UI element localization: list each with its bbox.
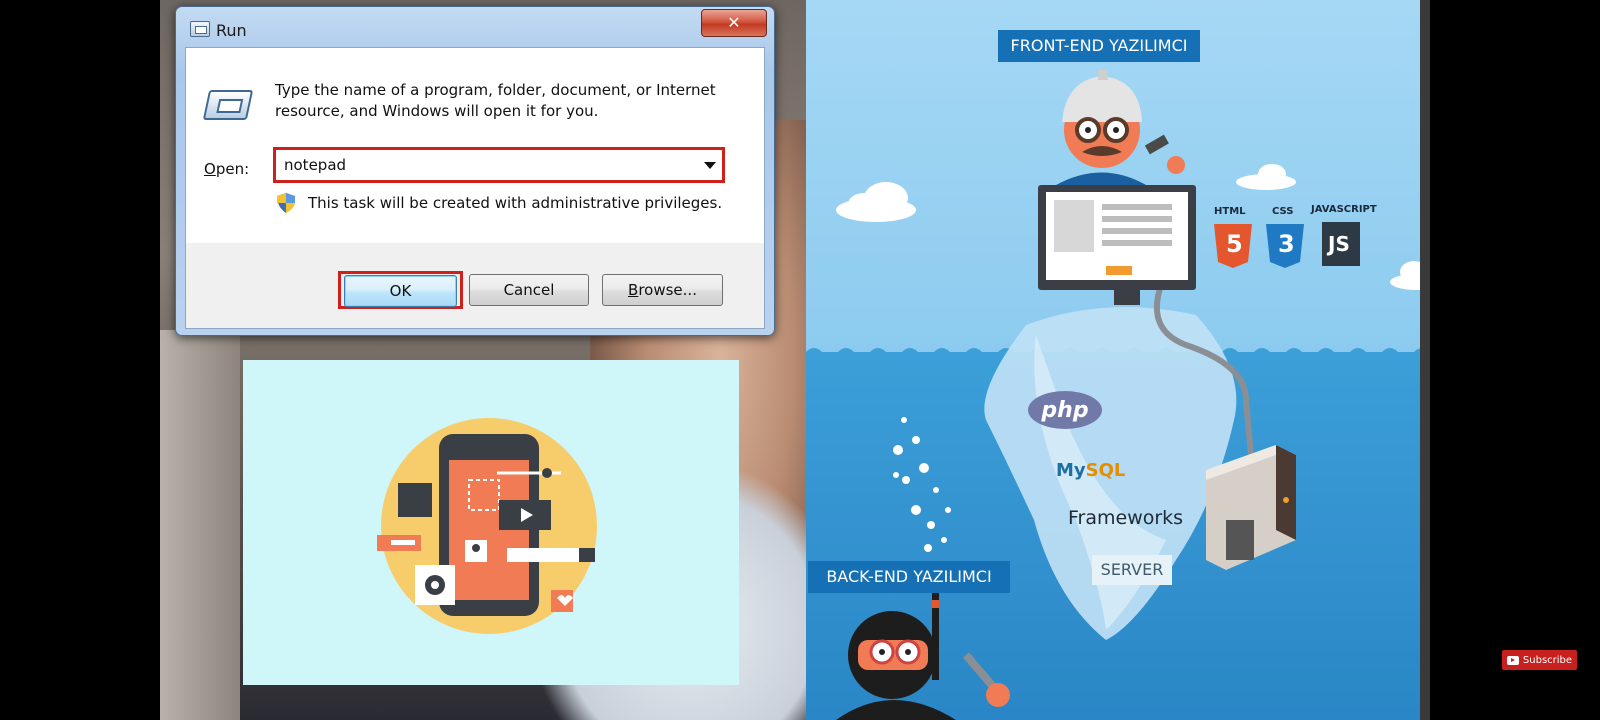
run-app-icon	[190, 21, 210, 37]
open-combobox[interactable]: notepad	[273, 147, 725, 183]
bubbles	[893, 417, 951, 552]
cancel-button[interactable]: Cancel	[469, 274, 589, 306]
backend-developer	[836, 590, 1010, 720]
backend-label: BACK-END YAZILIMCI	[808, 561, 1010, 593]
open-label-accelerator: O	[204, 160, 216, 178]
ok-button[interactable]: OK	[344, 275, 457, 307]
javascript-label: JAVASCRIPT	[1311, 204, 1377, 215]
frontend-label: FRONT-END YAZILIMCI	[998, 30, 1200, 62]
cloud-left	[836, 182, 916, 222]
html5-number: 5	[1226, 230, 1243, 258]
frameworks-label: Frameworks	[1068, 507, 1184, 529]
panel-edge	[1420, 0, 1430, 720]
subscribe-label: Subscribe	[1522, 654, 1573, 666]
web-dev-infographic: FRONT-END YAZILIMCI BACK-END YAZILIMCI H…	[806, 0, 1430, 720]
mysql-logo: MySQL	[1056, 460, 1125, 481]
html-label: HTML	[1214, 206, 1246, 217]
subscribe-button[interactable]: Subscribe	[1502, 650, 1577, 670]
open-input[interactable]: notepad	[284, 156, 346, 174]
background-wall	[160, 330, 240, 720]
js-text: JS	[1328, 232, 1350, 256]
css3-number: 3	[1278, 230, 1295, 258]
close-icon: ✕	[727, 13, 741, 32]
cloud-right	[1236, 164, 1296, 190]
uac-shield-icon	[277, 193, 295, 213]
run-dialog: Run ✕ Type the name of a program, folder…	[175, 6, 775, 336]
browse-accelerator: B	[628, 281, 639, 299]
mobile-app-art	[377, 418, 597, 634]
mysql-my: My	[1056, 460, 1086, 481]
program-icon	[202, 90, 254, 120]
browse-button[interactable]: Browse...	[602, 274, 723, 306]
open-label-text: pen:	[215, 160, 250, 178]
infographic-art	[806, 70, 1430, 720]
youtube-icon	[1506, 655, 1519, 665]
browse-label: rowse...	[638, 281, 697, 299]
css-label: CSS	[1272, 206, 1294, 217]
title-bar[interactable]: Run ✕	[176, 7, 774, 47]
dialog-title: Run	[216, 21, 247, 40]
mysql-sql: SQL	[1085, 460, 1126, 481]
mobile-app-illustration	[243, 360, 739, 685]
close-button[interactable]: ✕	[701, 9, 767, 37]
dialog-description: Type the name of a program, folder, docu…	[275, 81, 716, 120]
server-label: SERVER	[1092, 555, 1172, 585]
open-label: Open:	[204, 160, 249, 178]
chevron-down-icon[interactable]	[704, 162, 716, 169]
ok-highlight: OK	[338, 271, 463, 309]
php-logo: php	[1041, 398, 1089, 423]
admin-privileges-note: This task will be created with administr…	[308, 194, 723, 212]
dialog-body: Type the name of a program, folder, docu…	[185, 47, 765, 329]
